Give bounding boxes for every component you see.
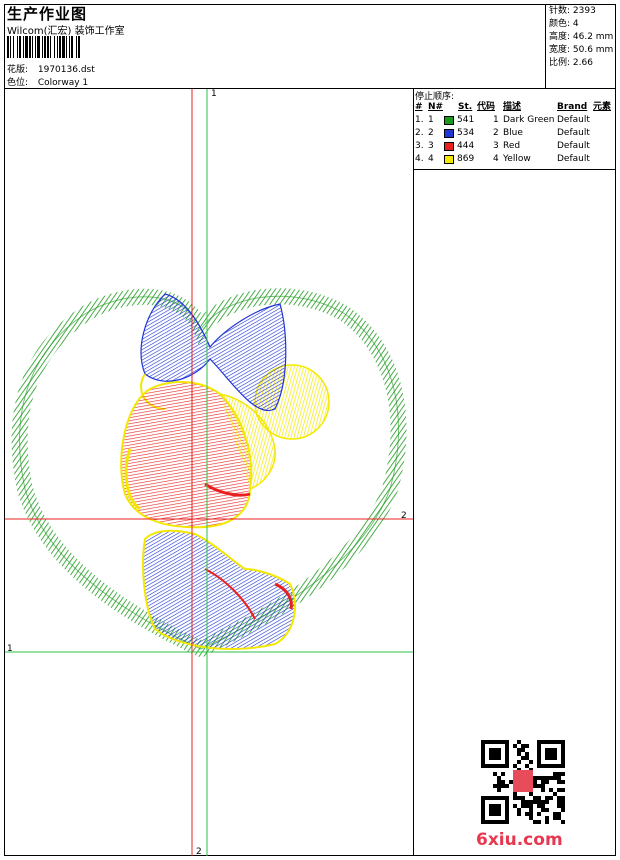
row-index: 1. [415,115,424,125]
stitch-count: 针数: 2393 [549,6,596,16]
row-code: 4 [493,154,499,164]
axis-label-bottom: 2 [196,847,202,857]
colorway-line: 色位: Colorway 1 [7,75,88,88]
row-code: 2 [493,128,499,138]
row-description: Blue [503,128,523,138]
design-file-label: 花版: [7,65,29,75]
row-code: 1 [493,115,499,125]
table-row: 2. 2 534 2 Blue Default [414,127,615,140]
row-index: 3. [415,141,424,151]
col-header-index: # [415,102,423,112]
design-height: 高度: 46.2 mm [549,32,614,42]
row-brand: Default [557,141,590,151]
row-stitches: 444 [457,141,475,151]
colorway-label: 色位: [7,78,29,88]
design-stats: 针数: 2393 颜色: 4 高度: 46.2 mm 宽度: 50.6 mm 比… [545,4,616,88]
table-row: 1. 1 541 1 Dark Green Default [414,114,615,127]
table-header-row: # N# St. 代码 描述 Brand 元素 [414,101,615,114]
row-description: Dark Green [503,115,555,125]
stop-sequence-panel: 停止顺序: # N# St. 代码 描述 Brand 元素 1. 1 541 1… [414,89,615,170]
row-index: 2. [415,128,424,138]
color-swatch [444,155,454,164]
design-file-value: 1970136.dst [37,65,95,75]
qr-code [481,740,565,824]
row-brand: Default [557,115,590,125]
row-stitches: 534 [457,128,475,138]
color-swatch [444,142,454,151]
axis-label-right: 2 [401,511,407,521]
table-row: 4. 4 869 4 Yellow Default [414,153,615,166]
stop-sequence-table: # N# St. 代码 描述 Brand 元素 1. 1 541 1 Dark … [414,101,615,166]
col-header-description: 描述 [503,102,522,112]
col-header-needle: N# [428,102,444,112]
axis-label-top: 1 [211,89,217,99]
design-preview: 1 2 1 2 [5,89,413,857]
col-header-stitches: St. [458,102,473,112]
studio-name: Wilcom(汇宏) 装饰工作室 [7,26,125,37]
watermark-logo: 6xiu.com [476,830,563,850]
axis-label-left: 1 [7,644,13,654]
row-code: 3 [493,141,499,151]
row-index: 4. [415,154,424,164]
row-description: Yellow [503,154,531,164]
mouse-body [142,529,296,650]
design-width: 宽度: 50.6 mm [549,45,614,55]
row-needle: 3 [428,141,434,151]
colorway-value: Colorway 1 [37,78,89,88]
color-swatch [444,116,454,125]
row-brand: Default [557,154,590,164]
row-stitches: 869 [457,154,475,164]
row-brand: Default [557,128,590,138]
table-row: 3. 3 444 3 Red Default [414,140,615,153]
color-swatch [444,129,454,138]
col-header-code: 代码 [477,102,496,112]
design-file-line: 花版: 1970136.dst [7,62,95,75]
color-count: 颜色: 4 [549,19,579,29]
row-needle: 4 [428,154,434,164]
row-needle: 2 [428,128,434,138]
row-needle: 1 [428,115,434,125]
sheet-title: 生产作业图 [7,5,88,23]
col-header-element: 元素 [593,102,612,112]
barcode [7,36,141,58]
row-description: Red [503,141,521,151]
scale-ratio: 比例: 2.66 [549,58,593,68]
row-stitches: 541 [457,115,475,125]
embroidery-preview-svg [5,89,413,856]
panel-divider [413,88,414,856]
col-header-brand: Brand [557,102,588,112]
